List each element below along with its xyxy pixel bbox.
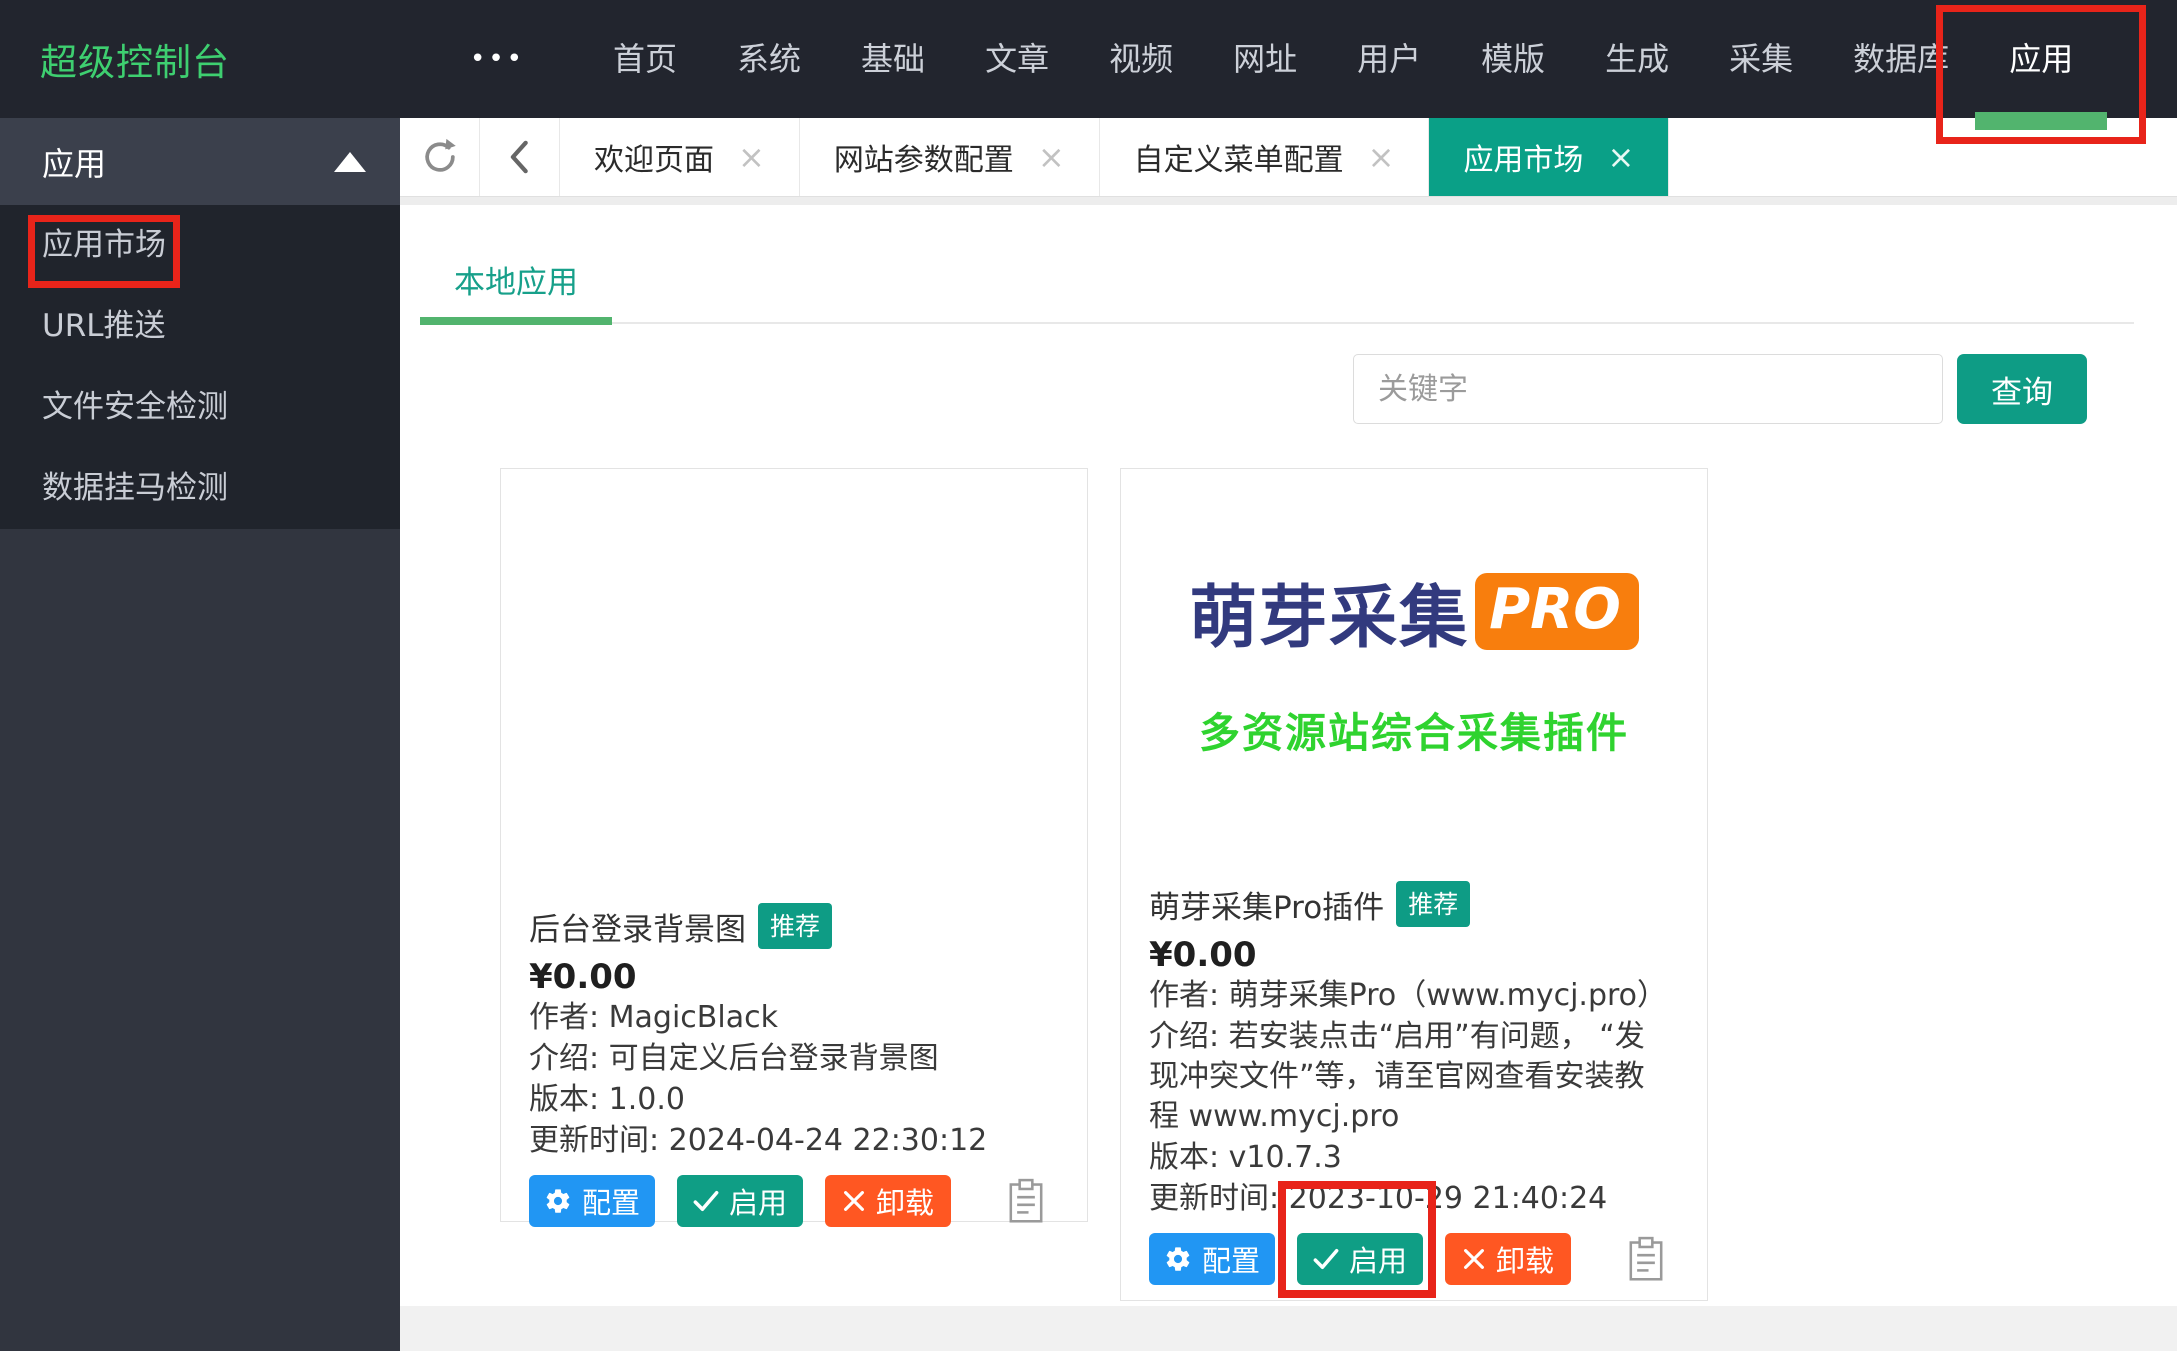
enable-button[interactable]: 启用 [1297,1233,1423,1285]
nav-item-app-active[interactable]: 应用 [1979,0,2103,118]
search-button[interactable]: 查询 [1957,354,2087,424]
nav-item-generate[interactable]: 生成 [1575,0,1699,118]
logo-name-text: 萌芽采集 [1189,562,1469,661]
sidebar-item-url-push[interactable]: URL推送 [0,286,400,367]
tab-custom-menu[interactable]: 自定义菜单配置 × [1100,118,1430,196]
nav-item-home[interactable]: 首页 [583,0,707,118]
recommended-badge: 推荐 [758,903,832,949]
app-version: 版本: 1.0.0 [529,1080,1059,1120]
gear-icon [544,1187,572,1215]
tabs-hairline [420,322,2134,324]
app-price: ¥0.00 [1149,935,1679,975]
x-icon [842,1189,866,1213]
refresh-icon [419,136,461,178]
app-title: 萌芽采集Pro插件 [1149,882,1384,927]
app-card-image-placeholder [529,469,1059,897]
app-cards: 后台登录背景图 推荐 ¥0.00 作者: MagicBlack 介绍: 可自定义… [500,468,1708,1301]
tab-app-market-active[interactable]: 应用市场 × [1429,118,1669,196]
collapse-up-icon[interactable] [334,152,366,172]
sidebar-menu: 应用市场 URL推送 文件安全检测 数据挂马检测 [0,205,400,529]
clipboard-icon [1007,1178,1045,1224]
sidebar-item-db-trojan[interactable]: 数据挂马检测 [0,448,400,529]
sidebar-item-file-security[interactable]: 文件安全检测 [0,367,400,448]
nav-item-article[interactable]: 文章 [955,0,1079,118]
nav-item-user[interactable]: 用户 [1327,0,1451,118]
app-intro: 介绍: 若安装点击“启用”有问题， “发现冲突文件”等，请至官网查看安装教程 w… [1149,1017,1673,1137]
search-bar: 查询 [1353,354,2087,424]
tabbar-separator [400,197,2177,205]
more-menu-icon[interactable]: ••• [470,44,525,74]
topbar: 超级控制台 ••• 首页 系统 基础 文章 视频 网址 用户 模版 生成 采集 … [0,0,2177,118]
close-icon[interactable]: × [1368,141,1395,173]
app-logo: 超级控制台 [40,32,230,86]
sidebar-item-app-market[interactable]: 应用市场 [0,205,400,286]
uninstall-button[interactable]: 卸载 [1445,1233,1571,1285]
nav-item-database[interactable]: 数据库 [1823,0,1979,118]
app-author: 作者: MagicBlack [529,998,1059,1038]
main-content: 本地应用 查询 后台登录背景图 推荐 ¥0.00 作者: MagicBlack … [400,205,2177,1306]
app-author: 作者: 萌芽采集Pro（www.mycj.pro） [1149,976,1679,1016]
app-updated-time: 更新时间: 2023-10-29 21:40:24 [1149,1179,1679,1219]
app-title: 后台登录背景图 [529,904,746,949]
open-tabs-bar: 欢迎页面 × 网站参数配置 × 自定义菜单配置 × 应用市场 × [400,118,2177,197]
recommended-badge: 推荐 [1396,881,1470,927]
sidebar-group-app[interactable]: 应用 [0,118,400,205]
chevron-left-icon [503,137,537,177]
app-logo-image: 萌芽采集 PRO 多资源站综合采集插件 [1149,469,1679,769]
nav-item-template[interactable]: 模版 [1451,0,1575,118]
scroll-tabs-left-button[interactable] [480,118,560,196]
app-intro: 介绍: 可自定义后台登录背景图 [529,1039,1059,1079]
tab-local-apps[interactable]: 本地应用 [420,257,612,302]
sidebar: 应用 应用市场 URL推送 文件安全检测 数据挂马检测 [0,118,400,1351]
clipboard-icon [1627,1236,1665,1282]
tab-local-apps-underline [420,317,612,325]
nav-item-video[interactable]: 视频 [1079,0,1203,118]
top-navigation: 首页 系统 基础 文章 视频 网址 用户 模版 生成 采集 数据库 应用 [583,0,2103,118]
copy-info-button[interactable] [1007,1178,1045,1224]
tab-welcome-page[interactable]: 欢迎页面 × [560,118,800,196]
bottom-background-strip [400,1306,2177,1351]
close-icon[interactable]: × [1607,141,1634,173]
check-icon [1313,1247,1339,1271]
x-icon [1462,1247,1486,1271]
uninstall-button[interactable]: 卸载 [825,1175,951,1227]
enable-button[interactable]: 启用 [677,1175,803,1227]
nav-item-collect[interactable]: 采集 [1699,0,1823,118]
configure-button[interactable]: 配置 [529,1175,655,1227]
logo-subtitle-text: 多资源站综合采集插件 [1199,699,1629,759]
search-input[interactable] [1353,354,1943,424]
close-icon[interactable]: × [1038,141,1065,173]
sidebar-group-label: 应用 [42,139,106,185]
gear-icon [1164,1245,1192,1273]
nav-item-system[interactable]: 系统 [707,0,831,118]
tab-label: 欢迎页面 [594,135,714,179]
refresh-button[interactable] [400,118,480,196]
app-card-login-background: 后台登录背景图 推荐 ¥0.00 作者: MagicBlack 介绍: 可自定义… [500,468,1088,1222]
configure-button[interactable]: 配置 [1149,1233,1275,1285]
copy-info-button[interactable] [1627,1236,1665,1282]
tab-label: 自定义菜单配置 [1134,135,1344,179]
app-updated-time: 更新时间: 2024-04-24 22:30:12 [529,1121,1059,1161]
nav-item-url[interactable]: 网址 [1203,0,1327,118]
nav-item-basic[interactable]: 基础 [831,0,955,118]
check-icon [693,1189,719,1213]
app-price: ¥0.00 [529,957,1059,997]
logo-pro-tag: PRO [1475,573,1639,650]
tab-label: 应用市场 [1463,135,1583,179]
tab-site-params[interactable]: 网站参数配置 × [800,118,1100,196]
app-version: 版本: v10.7.3 [1149,1138,1679,1178]
tab-label: 网站参数配置 [834,135,1014,179]
close-icon[interactable]: × [738,141,765,173]
app-card-mengya-collector: 萌芽采集 PRO 多资源站综合采集插件 萌芽采集Pro插件 推荐 ¥0.00 作… [1120,468,1708,1301]
